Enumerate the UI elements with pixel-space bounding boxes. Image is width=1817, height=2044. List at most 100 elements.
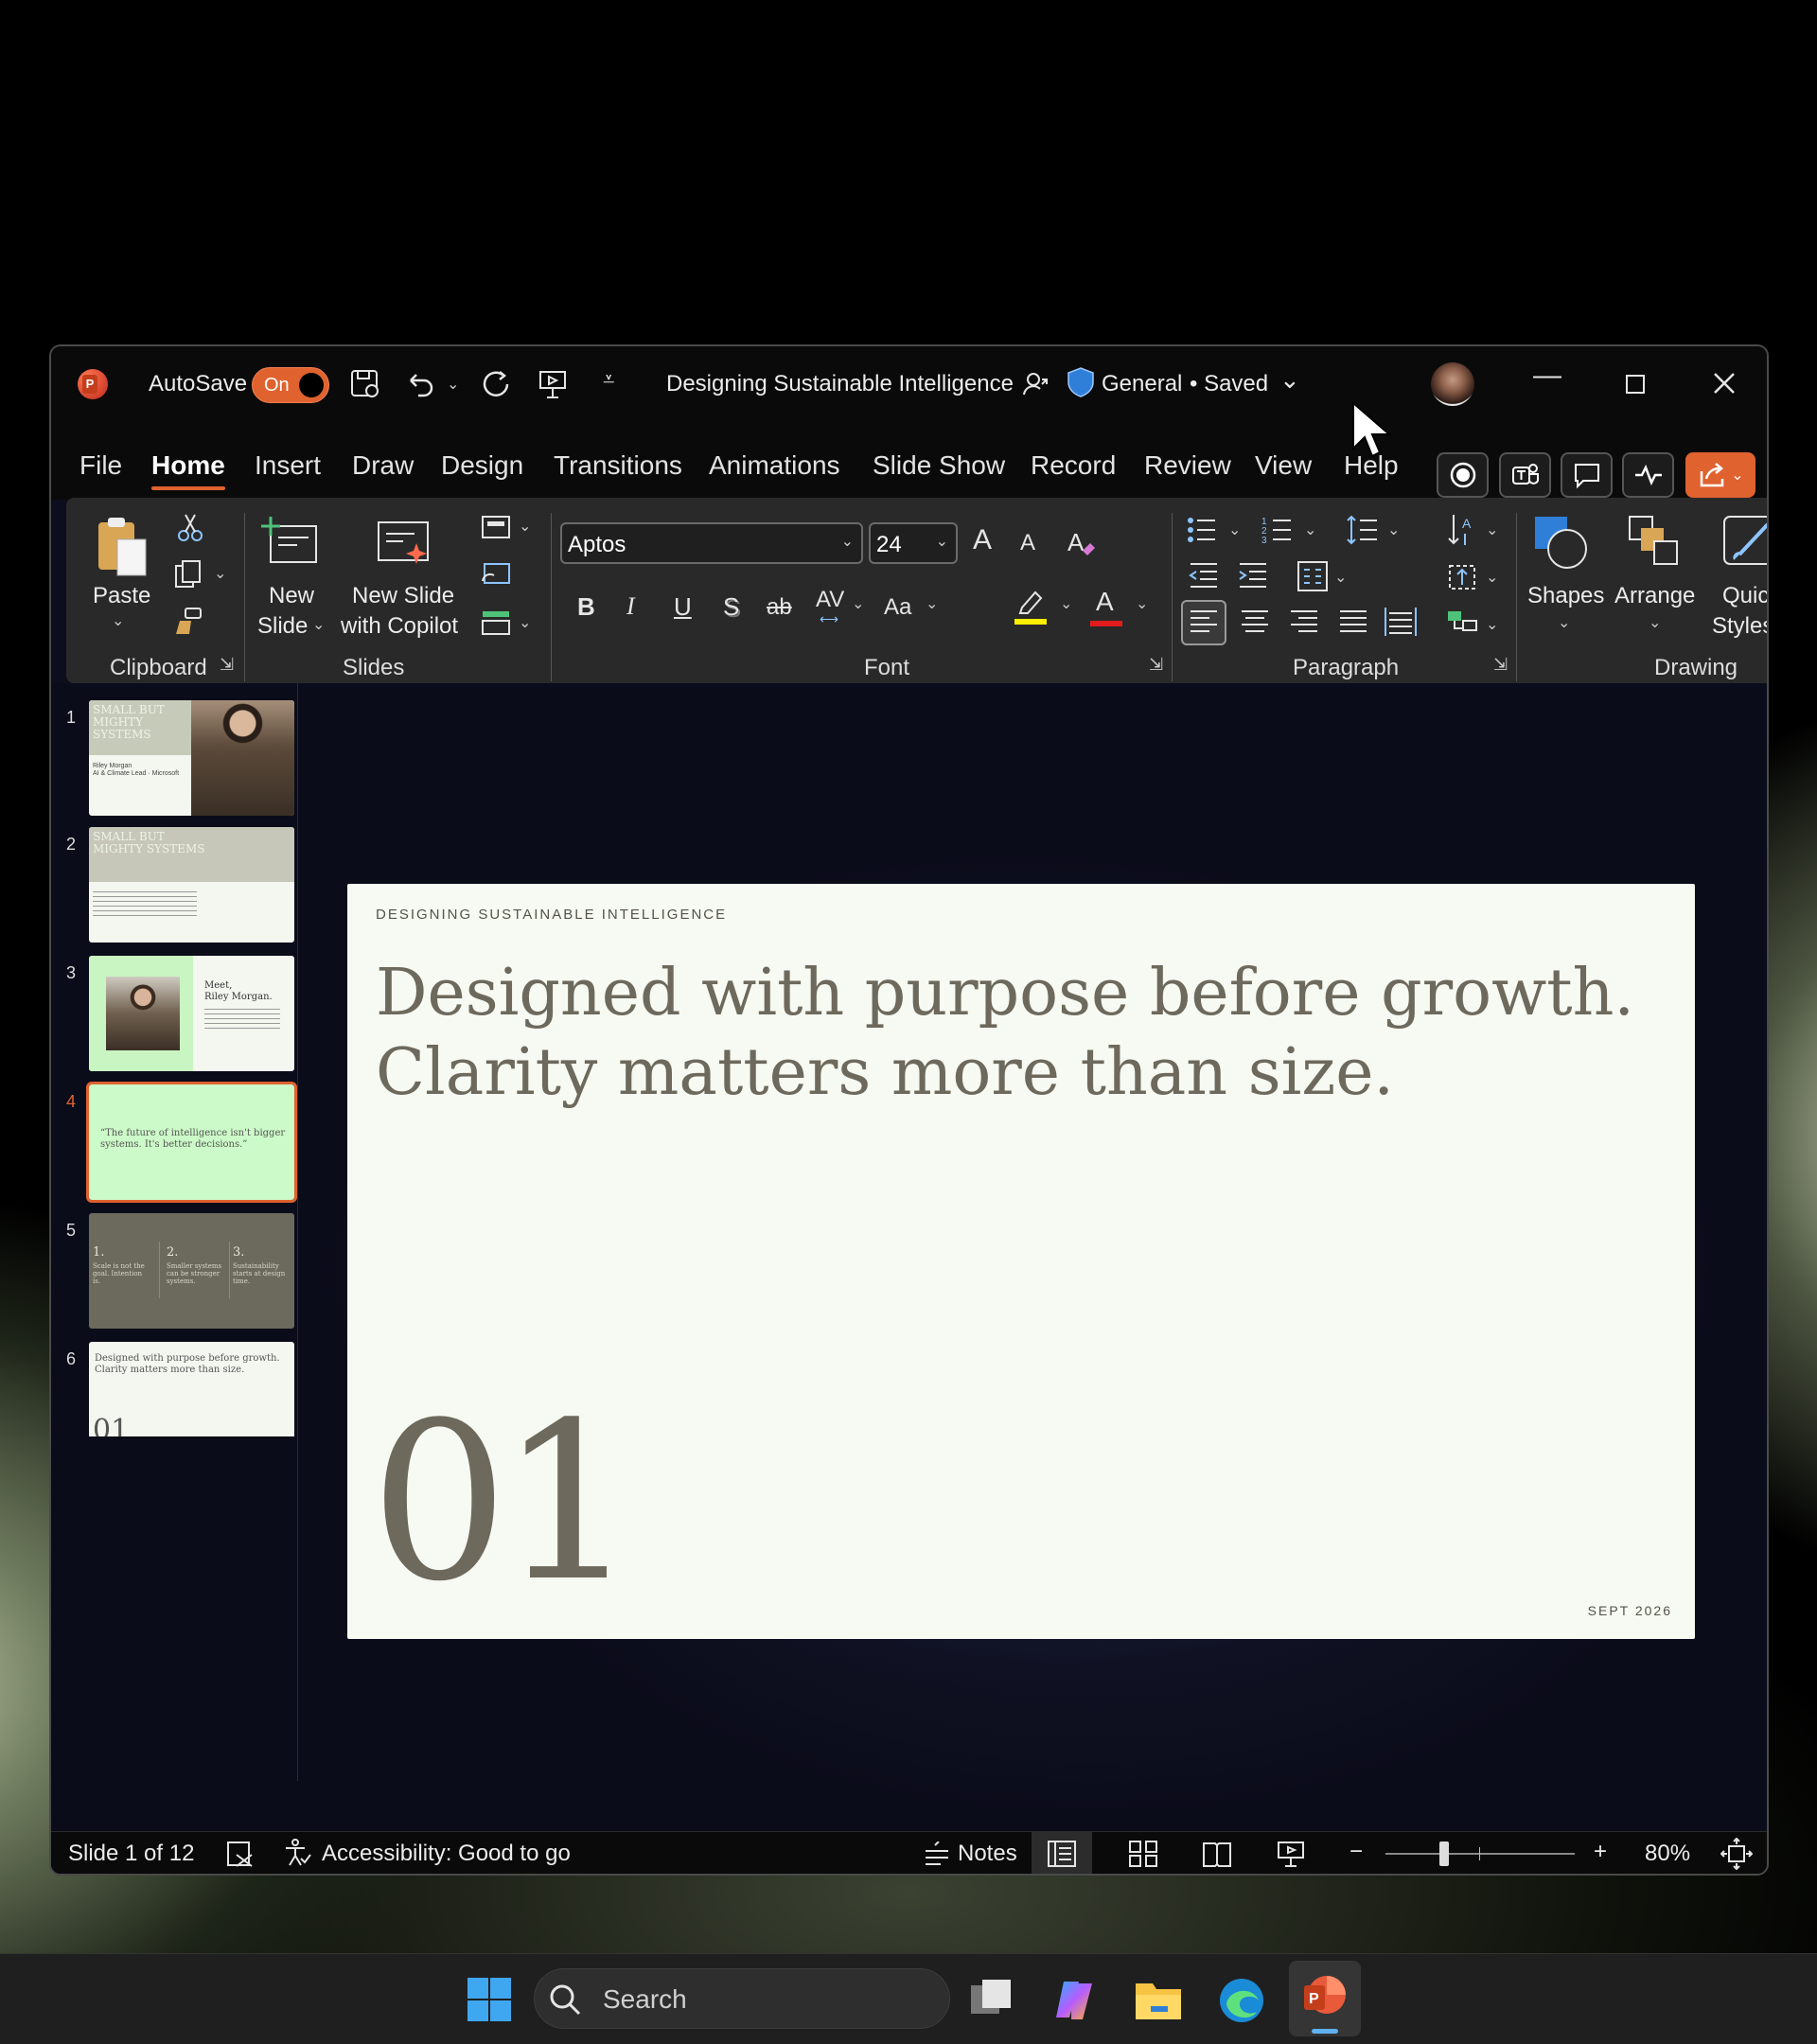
italic-button[interactable]: I	[626, 592, 635, 621]
layout-icon[interactable]	[479, 513, 513, 541]
section-icon[interactable]	[479, 608, 513, 638]
copy-icon[interactable]	[172, 558, 204, 590]
share-button[interactable]: ⌄	[1685, 452, 1755, 498]
save-status[interactable]: • Saved	[1190, 371, 1268, 397]
user-avatar[interactable]	[1431, 362, 1474, 406]
paste-dropdown-icon[interactable]: ⌄	[112, 611, 124, 630]
pane-divider[interactable]	[297, 683, 298, 1781]
font-launcher-icon[interactable]: ⇲	[1149, 655, 1163, 675]
cut-icon[interactable]	[174, 511, 206, 543]
slide-sorter-icon[interactable]	[1128, 1840, 1158, 1868]
underline-button[interactable]: U	[674, 592, 692, 622]
copy-dropdown-icon[interactable]: ⌄	[214, 564, 226, 583]
redo-icon[interactable]	[479, 367, 515, 403]
tab-insert[interactable]: Insert	[255, 450, 321, 481]
document-title[interactable]: Designing Sustainable Intelligence	[666, 371, 1014, 397]
arrange-icon[interactable]	[1626, 513, 1685, 572]
align-text-dropdown-icon[interactable]: ⌄	[1486, 568, 1498, 587]
line-spacing-dropdown-icon[interactable]: ⌄	[1387, 520, 1400, 539]
shapes-icon[interactable]	[1531, 513, 1594, 575]
taskbar-search-box[interactable]: Search	[534, 1968, 950, 2029]
columns-dropdown-icon[interactable]: ⌄	[1334, 568, 1347, 587]
quick-styles-label-2[interactable]: Styles	[1712, 613, 1767, 640]
text-direction-dropdown-icon[interactable]: ⌄	[1486, 520, 1498, 539]
copilot-slide-icon[interactable]	[373, 515, 435, 572]
accessibility-icon[interactable]	[282, 1838, 312, 1868]
highlight-dropdown-icon[interactable]: ⌄	[1060, 594, 1072, 613]
zoom-slider[interactable]	[1385, 1853, 1575, 1855]
autosave-toggle[interactable]: On	[252, 367, 329, 403]
align-left-button[interactable]	[1181, 600, 1226, 645]
bullets-dropdown-icon[interactable]: ⌄	[1228, 520, 1241, 539]
clipboard-launcher-icon[interactable]: ⇲	[220, 655, 234, 675]
edge-icon[interactable]	[1217, 1976, 1264, 2023]
normal-view-button[interactable]	[1032, 1832, 1092, 1874]
font-size-dropdown[interactable]: 24 ⌄	[869, 522, 958, 564]
save-icon[interactable]	[348, 367, 382, 401]
line-spacing-icon[interactable]	[1346, 513, 1380, 547]
share-person-icon[interactable]	[1021, 369, 1050, 397]
task-view-icon[interactable]	[967, 1976, 1014, 2023]
slide-show-icon[interactable]	[1276, 1840, 1306, 1868]
taskbar-powerpoint-active[interactable]: P	[1289, 1961, 1361, 2036]
reading-view-icon[interactable]	[1202, 1840, 1232, 1868]
section-dropdown-icon[interactable]: ⌄	[519, 613, 531, 632]
tab-view[interactable]: View	[1255, 450, 1312, 481]
current-slide[interactable]: DESIGNING SUSTAINABLE INTELLIGENCE Desig…	[347, 884, 1695, 1639]
zoom-thumb[interactable]	[1439, 1841, 1449, 1866]
quick-styles-label-1[interactable]: Quick	[1722, 583, 1767, 609]
arrange-label[interactable]: Arrange	[1614, 583, 1695, 609]
title-dropdown-icon[interactable]: ⌄	[1279, 365, 1300, 395]
accessibility-status[interactable]: Accessibility: Good to go	[322, 1841, 571, 1867]
justify-icon[interactable]	[1332, 602, 1374, 643]
text-shadow-button[interactable]: S	[723, 592, 739, 622]
record-button[interactable]	[1437, 452, 1489, 498]
copilot-icon[interactable]	[1050, 1976, 1098, 2023]
columns-icon[interactable]	[1297, 560, 1329, 592]
zoom-in-button[interactable]: +	[1594, 1839, 1607, 1865]
bold-button[interactable]: B	[577, 592, 595, 622]
slide-counter[interactable]: Slide 1 of 12	[68, 1841, 194, 1867]
thumbnail-slide-4[interactable]: “The future of intelligence isn't bigger…	[86, 1082, 297, 1203]
decrease-indent-icon[interactable]	[1187, 560, 1221, 590]
sensitivity-shield-icon[interactable]	[1066, 365, 1096, 399]
notes-button[interactable]: Notes	[958, 1841, 1017, 1867]
change-case-button[interactable]: Aa	[884, 594, 911, 621]
notes-icon[interactable]	[922, 1841, 952, 1868]
grow-font-icon[interactable]: A	[973, 524, 992, 556]
thumbnail-slide-3[interactable]: Meet, Riley Morgan.	[89, 956, 294, 1071]
tab-slide-show[interactable]: Slide Show	[873, 450, 1005, 481]
case-dropdown-icon[interactable]: ⌄	[926, 594, 938, 613]
font-color-button[interactable]: A	[1096, 587, 1114, 617]
numbering-dropdown-icon[interactable]: ⌄	[1304, 520, 1316, 539]
smartart-dropdown-icon[interactable]: ⌄	[1486, 615, 1498, 634]
text-direction-icon[interactable]: A	[1446, 511, 1480, 549]
tab-animations[interactable]: Animations	[709, 450, 840, 481]
paste-icon[interactable]	[89, 513, 155, 579]
quick-styles-icon[interactable]	[1720, 513, 1769, 572]
distributed-icon[interactable]	[1380, 602, 1421, 643]
sensitivity-label[interactable]: General	[1102, 371, 1182, 397]
new-slide-dropdown-icon[interactable]: ⌄	[312, 615, 325, 634]
close-icon[interactable]	[1712, 371, 1737, 396]
align-text-icon[interactable]	[1446, 560, 1480, 594]
increase-indent-icon[interactable]	[1236, 560, 1270, 590]
shrink-font-icon[interactable]: A	[1020, 530, 1035, 556]
align-right-icon[interactable]	[1283, 602, 1325, 643]
layout-dropdown-icon[interactable]: ⌄	[519, 517, 531, 536]
align-center-icon[interactable]	[1234, 602, 1276, 643]
minimize-icon[interactable]: —	[1533, 360, 1561, 392]
reset-icon[interactable]	[479, 560, 513, 589]
zoom-out-button[interactable]: −	[1350, 1839, 1363, 1865]
shapes-label[interactable]: Shapes	[1527, 583, 1604, 609]
spacing-dropdown-icon[interactable]: ⌄	[852, 594, 864, 613]
arrange-dropdown-icon[interactable]: ⌄	[1649, 613, 1661, 632]
windows-start-icon[interactable]	[466, 1976, 513, 2023]
undo-dropdown-icon[interactable]: ⌄	[447, 375, 459, 394]
new-slide-icon[interactable]	[259, 515, 322, 572]
activity-button[interactable]	[1622, 452, 1674, 498]
teams-button[interactable]	[1499, 452, 1551, 498]
font-name-dropdown[interactable]: Aptos ⌄	[560, 522, 863, 564]
tab-design[interactable]: Design	[441, 450, 523, 481]
tab-transitions[interactable]: Transitions	[554, 450, 682, 481]
